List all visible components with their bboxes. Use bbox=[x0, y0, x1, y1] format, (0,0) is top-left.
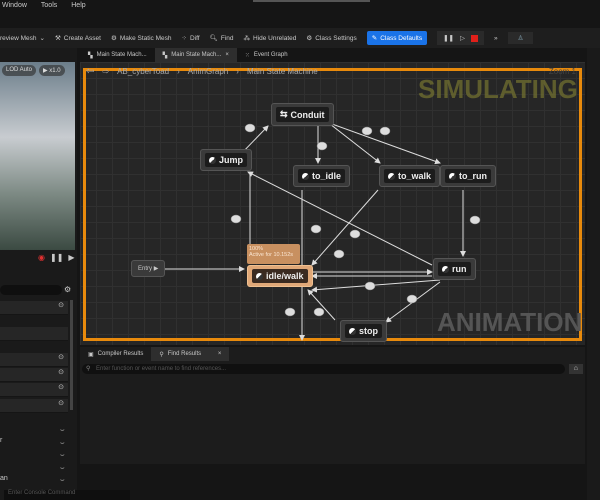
state-node-to-walk[interactable]: to_walk bbox=[379, 165, 441, 187]
state-icon bbox=[388, 172, 395, 180]
state-node-idle-walk[interactable]: idle/walk bbox=[247, 265, 313, 287]
state-node-stop[interactable]: stop bbox=[340, 320, 387, 342]
node-label: to_walk bbox=[398, 171, 432, 181]
state-icon bbox=[209, 156, 216, 164]
tab-find-results[interactable]: ⚲ Find Results × bbox=[151, 347, 230, 361]
state-icon bbox=[349, 327, 356, 335]
search-icon: ⚲ bbox=[86, 366, 91, 372]
state-node-run[interactable]: run bbox=[433, 258, 476, 280]
compiler-icon: ▣ bbox=[88, 351, 94, 358]
bottom-panel: ▣ Compiler Results ⚲ Find Results × ⚲ Enter … bbox=[80, 347, 585, 464]
state-icon bbox=[302, 172, 309, 180]
tab-compiler-results[interactable]: ▣ Compiler Results bbox=[80, 347, 151, 361]
find-input[interactable]: ⚲ Enter function or event name to find re… bbox=[82, 364, 565, 374]
state-icon bbox=[256, 272, 263, 280]
bottom-tabs: ▣ Compiler Results ⚲ Find Results × bbox=[80, 347, 585, 361]
right-panel bbox=[587, 48, 600, 500]
active-state-tooltip: 100% Active for 10.152s bbox=[247, 244, 300, 264]
search-icon: ⚲ bbox=[159, 351, 164, 358]
state-icon bbox=[449, 172, 456, 180]
state-node-conduit[interactable]: ⇆ Conduit bbox=[271, 103, 334, 126]
node-label: run bbox=[452, 264, 467, 274]
find-placeholder: Enter function or event name to find ref… bbox=[96, 366, 227, 372]
node-label: idle/walk bbox=[266, 271, 304, 281]
node-label: Conduit bbox=[290, 109, 325, 120]
tab-label: Find Results bbox=[167, 351, 202, 357]
close-icon[interactable]: × bbox=[218, 351, 222, 357]
transition-icons bbox=[230, 123, 481, 317]
find-global-button[interactable]: ⌂ bbox=[568, 364, 583, 374]
conduit-icon: ⇆ bbox=[280, 109, 288, 119]
tab-label: Compiler Results bbox=[97, 351, 144, 357]
node-label: Jump bbox=[219, 155, 244, 165]
state-node-to-idle[interactable]: to_idle bbox=[293, 165, 351, 187]
active-time: Active for 10.152s bbox=[249, 252, 294, 258]
state-node-jump[interactable]: Jump bbox=[200, 149, 253, 171]
node-label: to_idle bbox=[312, 171, 342, 181]
entry-label: Entry bbox=[138, 265, 153, 272]
state-icon bbox=[442, 265, 449, 273]
state-node-to-run[interactable]: to_run bbox=[440, 165, 496, 187]
exec-pin-icon: ▶ bbox=[153, 266, 159, 272]
node-label: stop bbox=[359, 326, 378, 336]
entry-node[interactable]: Entry ▶ bbox=[131, 260, 166, 277]
node-label: to_run bbox=[459, 171, 487, 181]
